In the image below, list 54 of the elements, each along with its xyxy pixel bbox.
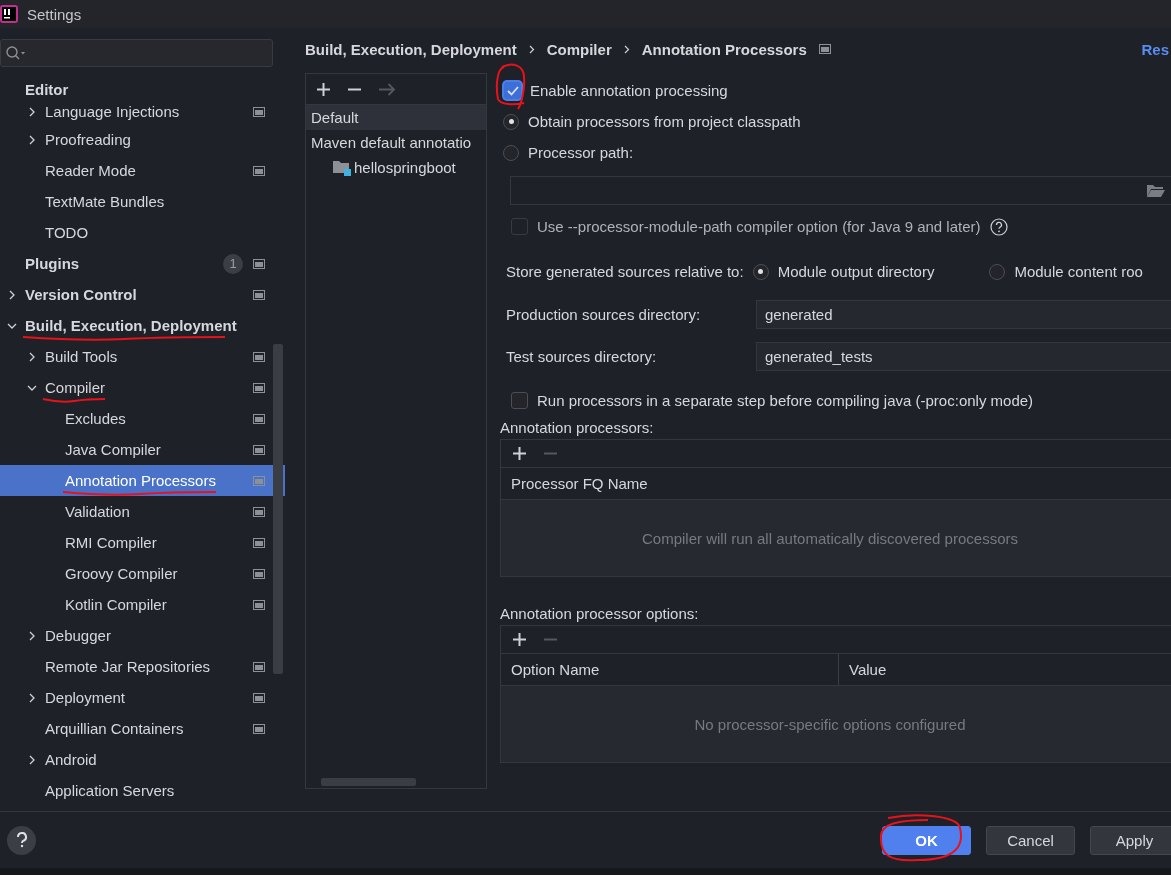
profile-item[interactable]: Default: [306, 105, 486, 130]
tree-item[interactable]: Reader Mode: [0, 155, 285, 186]
tree-item[interactable]: Android: [0, 744, 285, 775]
section-label: Annotation processors:: [500, 419, 655, 438]
field-label: Test sources directory:: [506, 348, 658, 365]
empty-message: Compiler will run all automatically discovered processors: [642, 529, 1018, 547]
tree-item[interactable]: Arquillian Containers: [0, 713, 285, 744]
breadcrumb-item: Annotation Processors: [641, 40, 807, 58]
checkbox-label: Use --processor-module-path compiler option (for Java 9 and later): [537, 218, 981, 235]
tree-item[interactable]: Application Servers: [0, 775, 285, 806]
tree-item[interactable]: Build, Execution, Deployment: [0, 310, 285, 341]
count-badge: 1: [223, 253, 243, 274]
radio-label: Obtain processors from project classpath: [528, 113, 801, 130]
ok-button[interactable]: OK: [882, 825, 971, 855]
column-header[interactable]: Option Name: [501, 654, 839, 685]
checkbox-label: Run processors in a separate step before compiling java (-proc:only mode): [537, 392, 1034, 409]
tree-item[interactable]: Version Control: [0, 279, 285, 310]
tree-item[interactable]: Annotation Processors: [0, 465, 285, 496]
section-label: Annotation processor options:: [500, 605, 700, 624]
tree-item[interactable]: TODO: [0, 217, 285, 248]
field-label: Store generated sources relative to:: [506, 263, 744, 280]
tree-item[interactable]: Debugger: [0, 620, 285, 651]
checkbox-label: Enable annotation processing: [530, 82, 728, 99]
tree-item[interactable]: Language Injections: [0, 99, 285, 124]
tree-item[interactable]: RMI Compiler: [0, 527, 285, 558]
reset-link[interactable]: Res: [1141, 40, 1169, 58]
tree-item[interactable]: Deployment: [0, 682, 285, 713]
column-header[interactable]: Processor FQ Name: [501, 468, 1171, 499]
dialog-button[interactable]: Apply: [1090, 825, 1171, 855]
empty-message: No processor-specific options configured: [694, 715, 966, 733]
tree-item[interactable]: Compiler: [0, 372, 285, 403]
module-item[interactable]: hellospringboot: [306, 155, 486, 180]
tree-item[interactable]: Proofreading: [0, 124, 285, 155]
window-title: Settings: [27, 5, 82, 23]
radio-label: Module content roo: [1014, 263, 1143, 280]
radio-label: Processor path:: [528, 144, 634, 161]
tree-item[interactable]: Groovy Compiler: [0, 558, 285, 589]
tree-item[interactable]: Build Tools: [0, 341, 285, 372]
tree-item[interactable]: Plugins 1: [0, 248, 285, 279]
tree-item[interactable]: Remote Jar Repositories: [0, 651, 285, 682]
breadcrumb-item[interactable]: Build, Execution, Deployment: [305, 40, 517, 58]
breadcrumb-item[interactable]: Compiler: [546, 40, 612, 58]
tree-item[interactable]: Validation: [0, 496, 285, 527]
tree-item[interactable]: Excludes: [0, 403, 285, 434]
field-label: Production sources directory:: [506, 306, 702, 323]
radio-label: Module output directory: [777, 263, 935, 280]
tree-item[interactable]: Java Compiler: [0, 434, 285, 465]
column-header[interactable]: Value: [839, 654, 1171, 685]
tree-item[interactable]: TextMate Bundles: [0, 186, 285, 217]
tree-item[interactable]: Kotlin Compiler: [0, 589, 285, 620]
text-field[interactable]: generated: [756, 300, 1171, 329]
text-field[interactable]: generated_tests: [756, 342, 1171, 371]
profile-item[interactable]: Maven default annotatio: [306, 130, 486, 155]
dialog-button[interactable]: Cancel: [986, 825, 1075, 855]
